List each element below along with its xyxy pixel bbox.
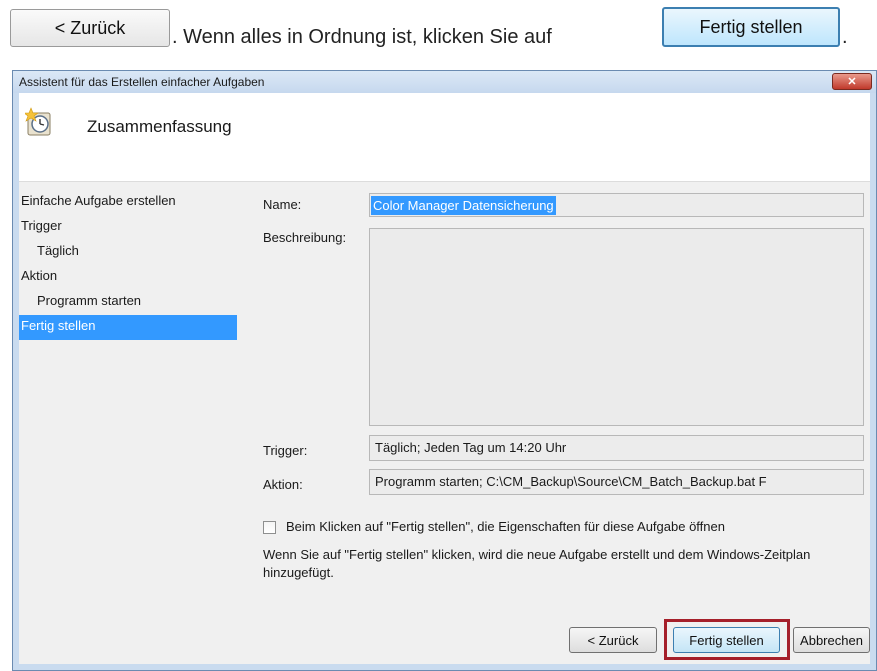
open-properties-checkbox-label[interactable]: Beim Klicken auf "Fertig stellen", die E… <box>286 519 725 534</box>
nav-step-action[interactable]: Aktion <box>19 265 237 290</box>
nav-step-create-task[interactable]: Einfache Aufgabe erstellen <box>19 190 237 215</box>
close-icon: ✕ <box>847 76 857 88</box>
close-button[interactable]: ✕ <box>832 73 872 90</box>
name-field[interactable]: Color Manager Datensicherung <box>369 193 864 217</box>
back-button[interactable]: < Zurück <box>569 627 657 653</box>
instruction-back-button-image: < Zurück <box>10 9 170 47</box>
task-clock-icon <box>25 107 51 136</box>
instruction-strip: < Zurück . Wenn alles in Ordnung ist, kl… <box>0 0 877 64</box>
nav-step-daily[interactable]: Täglich <box>19 240 237 265</box>
action-field: Programm starten; C:\CM_Backup\Source\CM… <box>369 469 864 495</box>
finish-button[interactable]: Fertig stellen <box>673 627 780 653</box>
wizard-window: Assistent für das Erstellen einfacher Au… <box>12 70 877 671</box>
page-title: Zusammenfassung <box>87 117 232 136</box>
title-bar: Assistent für das Erstellen einfacher Au… <box>13 71 876 93</box>
description-field[interactable] <box>369 228 864 426</box>
trigger-label: Trigger: <box>263 443 308 458</box>
instruction-end: . <box>842 26 848 48</box>
name-value: Color Manager Datensicherung <box>371 196 556 215</box>
wizard-body: Einfache Aufgabe erstellen Trigger Tägli… <box>19 182 870 664</box>
nav-step-trigger[interactable]: Trigger <box>19 215 237 240</box>
finish-info-text: Wenn Sie auf "Fertig stellen" klicken, w… <box>263 547 811 580</box>
trigger-field: Täglich; Jeden Tag um 14:20 Uhr <box>369 435 864 461</box>
action-label: Aktion: <box>263 477 303 492</box>
open-properties-checkbox[interactable] <box>263 521 276 534</box>
instruction-text: . Wenn alles in Ordnung ist, klicken Sie… <box>172 26 552 48</box>
nav-step-finish[interactable]: Fertig stellen <box>19 315 237 340</box>
step-navigation: Einfache Aufgabe erstellen Trigger Tägli… <box>19 190 237 340</box>
window-title: Assistent für das Erstellen einfacher Au… <box>19 75 265 89</box>
wizard-client: Zusammenfassung Einfache Aufgabe erstell… <box>19 93 870 664</box>
instruction-finish-button-image: Fertig stellen <box>662 7 840 47</box>
cancel-button[interactable]: Abbrechen <box>793 627 870 653</box>
wizard-header: Zusammenfassung <box>19 93 870 182</box>
description-label: Beschreibung: <box>263 230 347 245</box>
name-label: Name: <box>263 197 302 212</box>
nav-step-start-program[interactable]: Programm starten <box>19 290 237 315</box>
